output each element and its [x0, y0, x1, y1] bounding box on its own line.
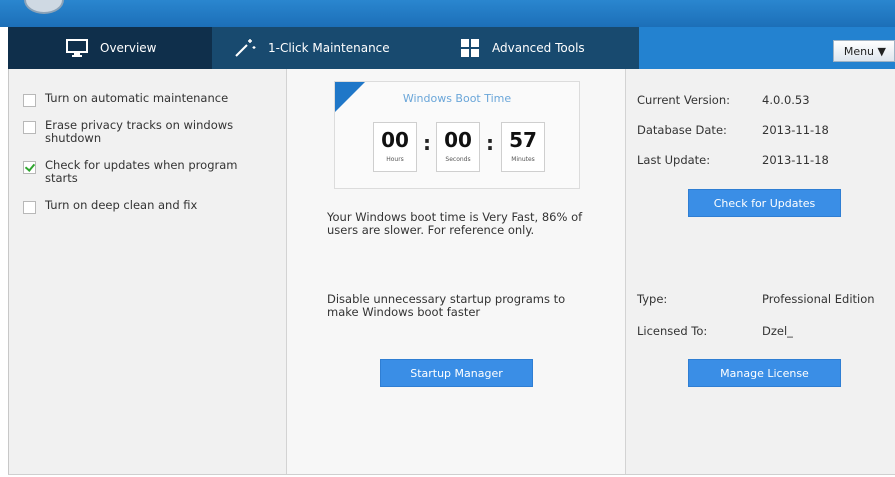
type-value: Professional Edition [762, 292, 875, 306]
boot-time-message: Your Windows boot time is Very Fast, 86%… [327, 210, 583, 237]
menu-label: Menu ▼ [843, 44, 886, 58]
minutes-box: 57 Minutes [501, 122, 545, 172]
boot-time-panel: Windows Boot Time 00 Hours : 00 Seconds … [334, 81, 580, 189]
manage-license-button[interactable]: Manage License [688, 359, 841, 387]
current-version-label: Current Version: [637, 93, 731, 107]
tab-overview[interactable]: Overview [8, 27, 212, 69]
checkbox-checked[interactable] [23, 161, 36, 174]
hours-unit: Hours [386, 156, 404, 163]
tab-label: Overview [100, 41, 157, 55]
boot-time-column: Windows Boot Time 00 Hours : 00 Seconds … [286, 69, 626, 474]
seconds-unit: Seconds [445, 156, 471, 163]
startup-description: Disable unnecessary startup programs to … [327, 292, 566, 319]
magic-wand-icon [235, 39, 256, 57]
tab-label: 1-Click Maintenance [268, 41, 390, 55]
last-update-label: Last Update: [637, 153, 711, 167]
option-auto-maintenance[interactable]: Turn on automatic maintenance [23, 92, 263, 107]
hours-value: 00 [381, 128, 409, 152]
boot-time-title: Windows Boot Time [402, 92, 512, 105]
type-label: Type: [637, 292, 668, 306]
option-check-updates[interactable]: Check for updates when program starts [23, 159, 263, 185]
tab-advanced-tools[interactable]: Advanced Tools [460, 27, 638, 69]
licensed-to-value: Dzel_ [762, 324, 793, 338]
minutes-value: 57 [509, 128, 537, 152]
monitor-icon [66, 39, 88, 57]
option-label: Turn on deep clean and fix [45, 198, 198, 212]
main-content: Turn on automatic maintenance Erase priv… [8, 69, 895, 475]
nav-right-area: Menu ▼ [639, 27, 895, 69]
last-update-value: 2013-11-18 [762, 153, 829, 167]
tab-label: Advanced Tools [492, 41, 585, 55]
tab-1-click-maintenance[interactable]: 1-Click Maintenance [234, 27, 434, 69]
option-erase-privacy[interactable]: Erase privacy tracks on windows shutdown [23, 119, 263, 145]
database-date-value: 2013-11-18 [762, 123, 829, 137]
seconds-value: 00 [444, 128, 472, 152]
option-deep-clean[interactable]: Turn on deep clean and fix [23, 199, 263, 214]
time-separator: : [486, 131, 494, 155]
checkbox[interactable] [23, 121, 36, 134]
main-nav: Overview 1-Click Maintenance Advanced To… [8, 27, 895, 69]
licensed-to-label: Licensed To: [637, 324, 708, 338]
startup-manager-button[interactable]: Startup Manager [380, 359, 533, 387]
checkbox[interactable] [23, 201, 36, 214]
check-for-updates-button[interactable]: Check for Updates [688, 189, 841, 217]
minutes-unit: Minutes [511, 156, 535, 163]
database-date-label: Database Date: [637, 123, 727, 137]
hours-box: 00 Hours [373, 122, 417, 172]
time-separator: : [423, 131, 431, 155]
checkbox[interactable] [23, 94, 36, 107]
option-label: Check for updates when program starts [45, 158, 238, 185]
grid-icon [461, 39, 479, 57]
option-label: Erase privacy tracks on windows shutdown [45, 118, 234, 145]
title-bar [0, 0, 895, 27]
seconds-box: 00 Seconds [436, 122, 480, 172]
option-label: Turn on automatic maintenance [45, 91, 229, 105]
app-logo [24, 0, 64, 14]
menu-button[interactable]: Menu ▼ [832, 40, 895, 62]
current-version-value: 4.0.0.53 [762, 93, 810, 107]
